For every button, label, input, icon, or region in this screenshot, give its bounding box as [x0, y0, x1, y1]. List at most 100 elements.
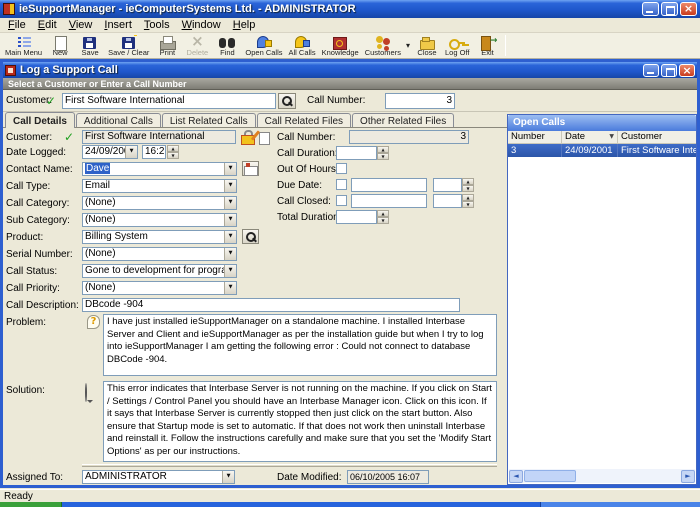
customer-search-button[interactable]	[278, 93, 296, 109]
total-duration-spinner[interactable]: ▲▼	[377, 210, 389, 224]
tab-other-related-files[interactable]: Other Related Files	[352, 113, 454, 127]
tab-call-related-files[interactable]: Call Related Files	[257, 113, 351, 127]
due-date-input[interactable]	[351, 178, 427, 192]
menu-file[interactable]: File	[2, 18, 32, 32]
out-of-hours-label: Out Of Hours:	[277, 164, 339, 175]
lookup-call-number-label: Call Number:	[307, 95, 365, 106]
serial-number-combo[interactable]: (None) ▼	[82, 247, 237, 261]
all-calls-icon	[293, 35, 311, 47]
out-of-hours-checkbox[interactable]	[336, 163, 347, 174]
call-type-combo[interactable]: Email ▼	[82, 179, 237, 193]
contact-name-combo[interactable]: Dave ▼	[82, 162, 237, 176]
toolbar-button-save[interactable]: Save	[75, 34, 105, 57]
contact-card-icon	[243, 162, 258, 175]
menu-edit[interactable]: Edit	[32, 18, 63, 32]
system-tray[interactable]	[540, 502, 700, 507]
chevron-down-icon[interactable]: ▼	[125, 146, 137, 158]
call-priority-combo[interactable]: (None) ▼	[82, 281, 237, 295]
table-row[interactable]: 3 24/09/2001 First Software Internationa…	[508, 144, 696, 157]
call-closed-time-input[interactable]	[433, 194, 462, 208]
lookup-customer-input[interactable]: First Software International	[62, 93, 276, 109]
menu-window[interactable]: Window	[176, 18, 227, 32]
time-logged-input[interactable]: 16:26	[142, 145, 166, 159]
scroll-right-icon[interactable]: ►	[681, 470, 695, 483]
column-header-number[interactable]: Number	[508, 131, 562, 143]
toolbar: Main Menu New Save Save / Clear Print De…	[0, 33, 700, 59]
horizontal-scrollbar[interactable]: ◄ ►	[509, 469, 695, 483]
lookup-call-number-input[interactable]: 3	[385, 93, 455, 109]
chevron-down-icon[interactable]: ▼	[224, 197, 236, 209]
assigned-to-combo[interactable]: ADMINISTRATOR ▼	[82, 470, 235, 484]
time-spinner[interactable]: ▲▼	[167, 145, 179, 159]
call-window-minimize-button[interactable]	[643, 64, 659, 77]
call-window-close-button[interactable]: ×	[679, 64, 695, 77]
call-category-combo[interactable]: (None) ▼	[82, 196, 237, 210]
scrollbar-thumb[interactable]	[524, 470, 576, 482]
maximize-button[interactable]	[661, 2, 678, 16]
due-time-input[interactable]	[433, 178, 462, 192]
toolbar-button-close[interactable]: Close	[412, 34, 442, 57]
chevron-down-icon[interactable]: ▼	[224, 231, 236, 243]
scroll-left-icon[interactable]: ◄	[509, 470, 523, 483]
menu-insert[interactable]: Insert	[98, 18, 138, 32]
chevron-down-icon[interactable]: ▼	[224, 248, 236, 260]
customer-field[interactable]: First Software International	[82, 130, 236, 144]
solution-textarea[interactable]: This error indicates that Interbase Serv…	[103, 381, 497, 462]
call-duration-input[interactable]	[336, 146, 377, 160]
start-button[interactable]	[0, 502, 62, 507]
chevron-down-icon[interactable]: ▼	[224, 180, 236, 192]
call-status-combo[interactable]: Gone to development for program modifica…	[82, 264, 237, 278]
toolbar-button-customers[interactable]: Customers	[362, 34, 404, 57]
toolbar-button-log-off[interactable]: Log Off	[442, 34, 472, 57]
close-icon: ×	[680, 64, 694, 78]
product-search-button[interactable]	[242, 229, 259, 244]
sub-category-combo[interactable]: (None) ▼	[82, 213, 237, 227]
due-date-checkbox[interactable]	[336, 179, 347, 190]
minimize-button[interactable]	[642, 2, 659, 16]
toolbar-button-main-menu[interactable]: Main Menu	[2, 34, 45, 57]
call-duration-spinner[interactable]: ▲▼	[377, 146, 389, 160]
date-logged-input[interactable]: 24/09/2001 ▼	[82, 145, 138, 159]
toolbar-button-knowledge[interactable]: Knowledge	[319, 34, 362, 57]
customers-dropdown-icon[interactable]: ▾	[404, 36, 412, 56]
chevron-down-icon[interactable]: ▼	[224, 163, 236, 175]
chevron-down-icon[interactable]: ▼	[224, 265, 236, 277]
toolbar-button-all-calls[interactable]: All Calls	[286, 34, 319, 57]
product-combo[interactable]: Billing System ▼	[82, 230, 237, 244]
menu-help[interactable]: Help	[227, 18, 262, 32]
toolbar-button-find[interactable]: Find	[212, 34, 242, 57]
call-window-icon	[5, 65, 16, 76]
contact-details-button[interactable]	[242, 161, 259, 176]
open-calls-title[interactable]: Open Calls	[508, 115, 696, 131]
close-button[interactable]: ×	[680, 2, 697, 16]
column-header-customer[interactable]: Customer	[618, 131, 696, 143]
sort-desc-icon: ▼	[609, 131, 614, 143]
splitter[interactable]	[82, 464, 497, 467]
toolbar-button-new[interactable]: New	[45, 34, 75, 57]
toolbar-button-open-calls[interactable]: Open Calls	[242, 34, 285, 57]
toolbar-button-print[interactable]: Print	[152, 34, 182, 57]
chevron-down-icon[interactable]: ▼	[222, 471, 234, 483]
tab-list-related-calls[interactable]: List Related Calls	[162, 113, 256, 127]
call-closed-checkbox[interactable]	[336, 195, 347, 206]
tab-call-details[interactable]: Call Details	[5, 112, 75, 128]
call-description-input[interactable]: DBcode -904	[82, 298, 460, 312]
call-closed-date-input[interactable]	[351, 194, 427, 208]
toolbar-button-exit[interactable]: Exit	[472, 34, 502, 57]
product-value: Billing System	[85, 231, 148, 242]
chevron-down-icon[interactable]: ▼	[224, 214, 236, 226]
tab-additional-calls[interactable]: Additional Calls	[76, 113, 161, 127]
column-header-date[interactable]: Date▼	[562, 131, 618, 143]
call-window-restore-button[interactable]	[661, 64, 677, 77]
menu-tools[interactable]: Tools	[138, 18, 176, 32]
menu-view[interactable]: View	[63, 18, 99, 32]
toolbar-button-save-clear[interactable]: Save / Clear	[105, 34, 152, 57]
call-status-label: Call Status:	[6, 266, 57, 277]
sub-category-label: Sub Category:	[6, 215, 70, 226]
problem-textarea[interactable]: I have just installed ieSupportManager o…	[103, 314, 497, 376]
call-closed-time-spinner[interactable]: ▲▼	[462, 194, 474, 208]
chevron-down-icon[interactable]: ▼	[224, 282, 236, 294]
due-time-spinner[interactable]: ▲▼	[462, 178, 474, 192]
spin-up-icon: ▲	[377, 146, 389, 153]
total-duration-input[interactable]	[336, 210, 377, 224]
